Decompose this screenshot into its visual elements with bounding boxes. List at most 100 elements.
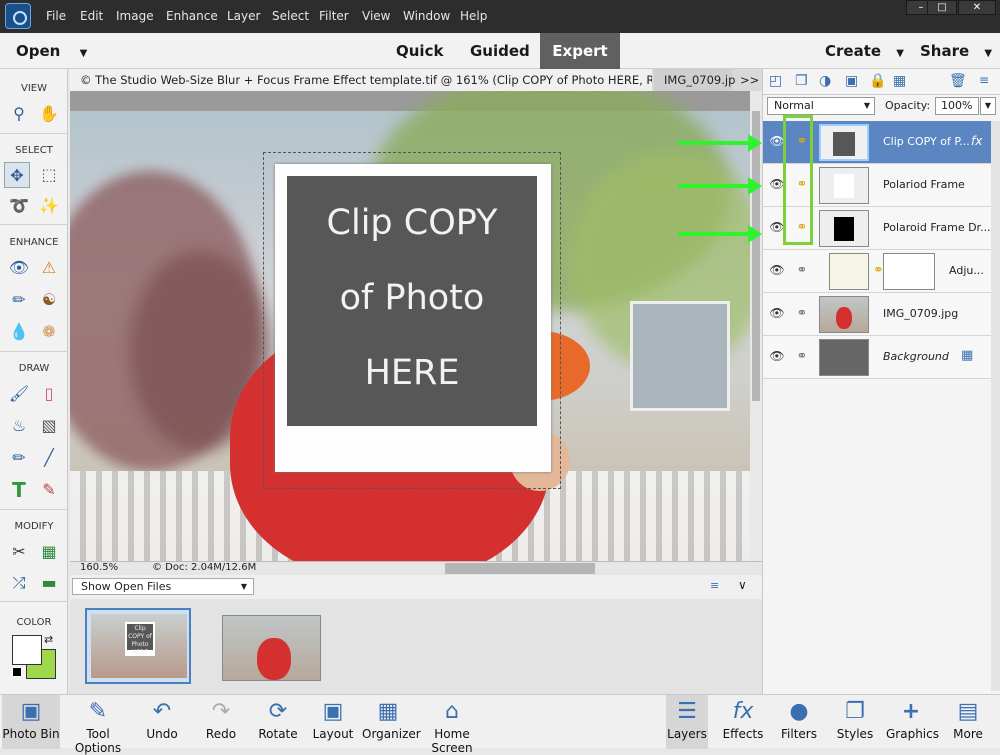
menu-select[interactable]: Select: [272, 0, 309, 33]
visibility-eye-icon[interactable]: 👁: [769, 349, 785, 365]
swap-colors-icon[interactable]: ⇄: [44, 633, 53, 646]
tab-quick[interactable]: Quick: [396, 33, 443, 69]
styles-button[interactable]: ❐ Styles: [834, 695, 876, 749]
more-button[interactable]: ▤ More: [946, 695, 990, 749]
lock-transparent-icon[interactable]: ▦: [893, 73, 906, 89]
share-button[interactable]: Share ▼: [920, 33, 992, 69]
blur-tool-icon[interactable]: 💧: [6, 319, 32, 345]
opacity-dropdown-icon[interactable]: ▼: [980, 97, 996, 115]
eraser-tool-icon[interactable]: ▯: [36, 381, 62, 407]
vertical-scroll-thumb[interactable]: [752, 111, 760, 401]
close-button[interactable]: ✕: [958, 0, 996, 15]
open-button[interactable]: Open ▼: [16, 33, 87, 69]
brush-tool-icon[interactable]: 🖌: [6, 381, 32, 407]
layer-mask-icon[interactable]: ▣: [845, 73, 858, 89]
organizer-button[interactable]: ▦ Organizer: [362, 695, 421, 749]
gradient-tool-icon[interactable]: ▧: [36, 413, 62, 439]
line-tool-icon[interactable]: ╱: [36, 445, 62, 471]
opacity-input[interactable]: 100%: [935, 97, 979, 115]
menu-edit[interactable]: Edit: [80, 0, 103, 33]
clone-stamp-tool-icon[interactable]: ☯: [36, 287, 62, 313]
home-screen-button[interactable]: ⌂ Home Screen: [418, 695, 486, 755]
background-lock-icon: ▦: [961, 348, 974, 363]
type-tool-icon[interactable]: T: [6, 477, 32, 503]
marquee-tool-icon[interactable]: ⬚: [36, 162, 62, 188]
menu-enhance[interactable]: Enhance: [166, 0, 218, 33]
tab-overflow-button[interactable]: >>: [736, 69, 762, 91]
home-icon: ⌂: [445, 699, 459, 724]
link-icon[interactable]: ⚭: [795, 349, 809, 365]
layers-scrollbar[interactable]: [991, 121, 1000, 691]
pencil-tool-icon[interactable]: ✎: [36, 477, 62, 503]
effects-button[interactable]: fx Effects: [720, 695, 766, 749]
sponge-tool-icon[interactable]: ❁: [36, 319, 62, 345]
layer-thumbnail: [819, 210, 869, 247]
foreground-color-swatch[interactable]: [12, 635, 42, 665]
lock-icon[interactable]: 🔒: [869, 73, 886, 89]
vertical-scrollbar[interactable]: [750, 91, 762, 561]
photo-bin-button[interactable]: ▣ Photo Bin: [2, 695, 60, 749]
bin-thumbnail-img-0709[interactable]: [222, 615, 321, 681]
link-icon[interactable]: ⚭: [795, 263, 809, 279]
content-aware-move-tool-icon[interactable]: ⤮: [6, 570, 32, 596]
hand-tool-icon[interactable]: ✋: [36, 101, 62, 127]
link-icon[interactable]: ⚭: [795, 306, 809, 322]
healing-brush-tool-icon[interactable]: ⚠: [36, 255, 62, 281]
tab-expert[interactable]: Expert: [540, 33, 620, 69]
smart-brush-tool-icon[interactable]: ✏: [6, 287, 32, 313]
canvas-area[interactable]: Clip COPY of Photo HERE: [70, 91, 750, 561]
redo-button[interactable]: ↷ Redo: [199, 695, 243, 749]
visibility-eye-icon[interactable]: 👁: [769, 263, 785, 279]
new-layer-icon[interactable]: ◰: [769, 73, 782, 89]
maximize-button[interactable]: □: [927, 0, 957, 15]
recompose-tool-icon[interactable]: ▦: [36, 539, 62, 565]
rotate-button[interactable]: ⟳ Rotate: [255, 695, 301, 749]
filters-button[interactable]: ● Filters: [778, 695, 820, 749]
menu-file[interactable]: File: [46, 0, 66, 33]
eyedropper-tool-icon[interactable]: ✏: [6, 445, 32, 471]
menu-view[interactable]: View: [362, 0, 390, 33]
show-open-files-dropdown[interactable]: Show Open Files ▼: [72, 578, 254, 595]
blend-mode-dropdown[interactable]: Normal ▼: [767, 97, 875, 115]
graphics-button[interactable]: + Graphics: [886, 695, 939, 749]
adjustment-layer-icon[interactable]: ◑: [819, 73, 831, 89]
tool-section-draw: DRAW: [18, 363, 50, 374]
bin-menu-icon[interactable]: ≡: [710, 579, 719, 592]
lasso-tool-icon[interactable]: ➰: [6, 193, 32, 219]
crop-tool-icon[interactable]: ✂: [6, 539, 32, 565]
zoom-tool-icon[interactable]: ⚲: [6, 101, 32, 127]
visibility-eye-icon[interactable]: 👁: [769, 306, 785, 322]
menu-filter[interactable]: Filter: [319, 0, 349, 33]
layout-icon: ▣: [322, 699, 344, 724]
move-tool-icon[interactable]: ✥: [4, 162, 30, 188]
layer-adjustment[interactable]: 👁 ⚭ ⚭ Adju...: [763, 250, 991, 293]
bin-thumbnail-template[interactable]: Clip COPY of Photo HERE: [85, 608, 191, 684]
tab-guided[interactable]: Guided: [470, 33, 530, 69]
new-group-icon[interactable]: ❐: [795, 73, 808, 89]
menu-window[interactable]: Window: [403, 0, 450, 33]
default-colors-icon[interactable]: [12, 667, 22, 677]
menu-layer[interactable]: Layer: [227, 0, 260, 33]
horizontal-scroll-thumb[interactable]: [445, 563, 595, 574]
red-eye-tool-icon[interactable]: 👁: [6, 255, 32, 281]
magic-wand-tool-icon[interactable]: ✨: [36, 193, 62, 219]
tab-img-0709[interactable]: IMG_0709.jp: [654, 69, 735, 91]
menu-image[interactable]: Image: [116, 0, 154, 33]
paint-bucket-tool-icon[interactable]: ♨: [6, 413, 32, 439]
panel-menu-icon[interactable]: ≡: [979, 73, 989, 87]
layer-background[interactable]: 👁 ⚭ Background ▦: [763, 336, 991, 379]
undo-button[interactable]: ↶ Undo: [140, 695, 184, 749]
create-button[interactable]: Create ▼: [825, 33, 904, 69]
bin-collapse-icon[interactable]: ∨: [738, 578, 747, 592]
layers-button[interactable]: ☰ Layers: [666, 695, 708, 749]
trash-icon[interactable]: 🗑: [949, 73, 967, 89]
document-tab-bar: © The Studio Web-Size Blur + Focus Frame…: [70, 69, 762, 91]
layout-button[interactable]: ▣ Layout: [312, 695, 354, 749]
rotate-icon: ⟳: [268, 699, 288, 724]
fx-icon[interactable]: fx: [971, 134, 982, 148]
tab-active-document[interactable]: © The Studio Web-Size Blur + Focus Frame…: [70, 69, 652, 91]
straighten-tool-icon[interactable]: ▬: [36, 570, 62, 596]
tool-options-button[interactable]: ✎ Tool Options: [64, 695, 132, 755]
menu-help[interactable]: Help: [460, 0, 487, 33]
layer-img-0709[interactable]: 👁 ⚭ IMG_0709.jpg: [763, 293, 991, 336]
